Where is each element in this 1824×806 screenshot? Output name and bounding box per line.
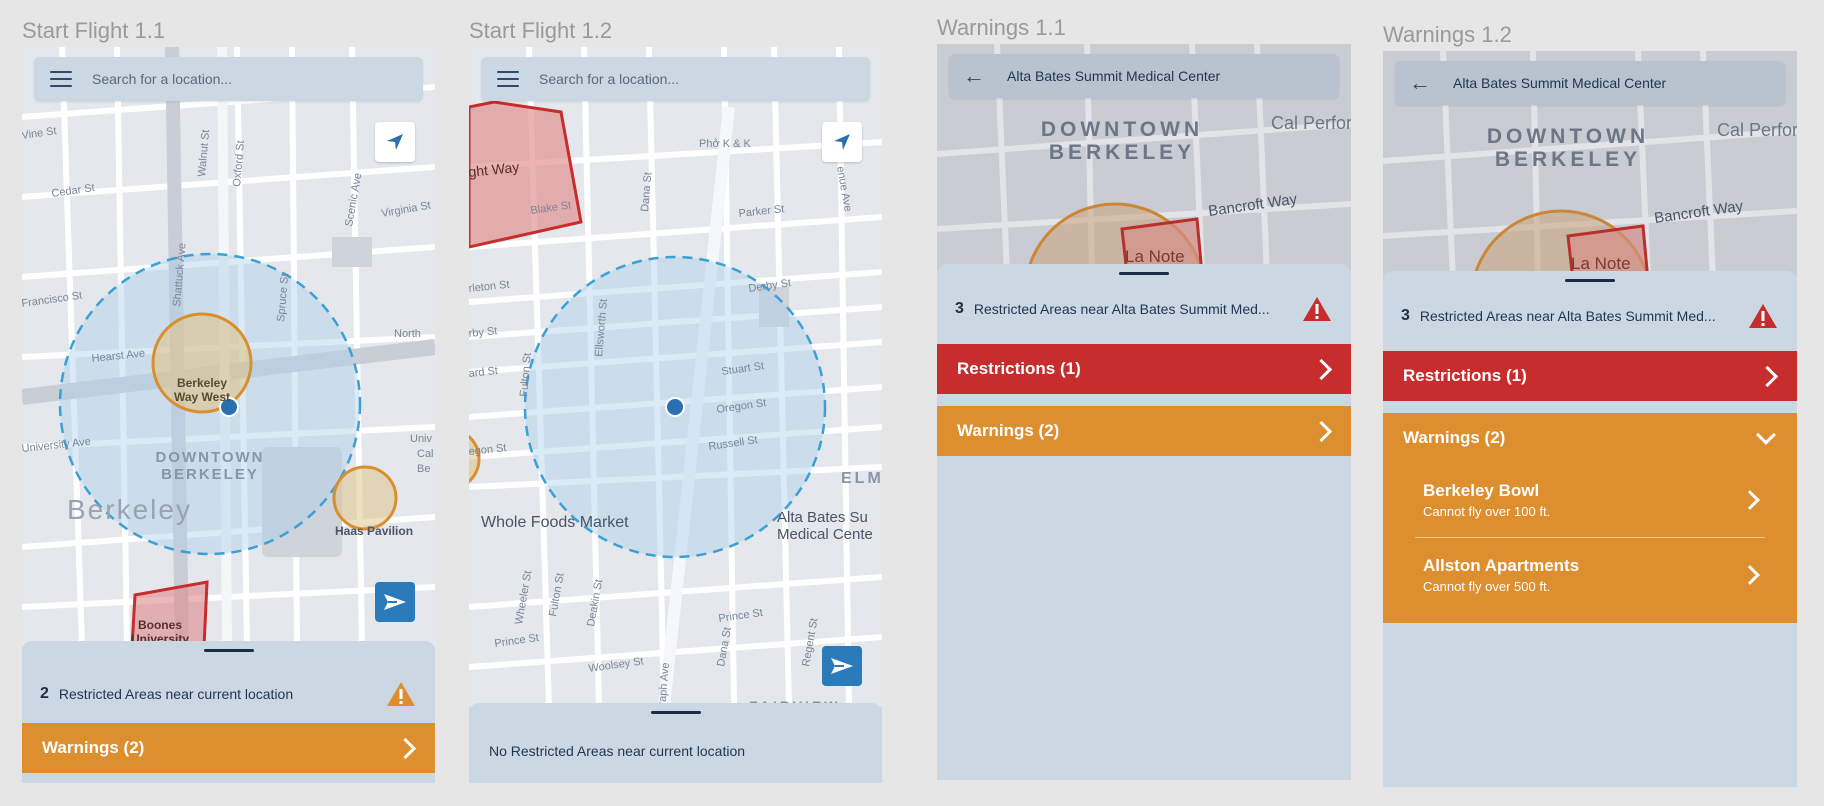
restricted-text: Restricted Areas near Alta Bates Summit … — [1419, 308, 1716, 324]
svg-text:Be: Be — [417, 463, 430, 475]
map[interactable]: Phở K & K Parker St Derby St Stuart St O… — [469, 47, 882, 707]
restrictions-label: Restrictions (1) — [957, 359, 1081, 378]
svg-text:Boones: Boones — [138, 618, 182, 632]
warnings-row[interactable]: Warnings (2) — [937, 406, 1351, 456]
map[interactable]: Cedar St Virginia St Hearst Ave Universi… — [22, 47, 435, 647]
arrow-left-icon[interactable]: ← — [1409, 72, 1431, 94]
sheet-handle[interactable] — [650, 711, 701, 714]
chevron-right-icon — [1756, 365, 1779, 387]
frame-title: Start Flight 1.1 — [22, 18, 166, 43]
restricted-count: 3 — [955, 300, 964, 317]
restrictions-row[interactable]: Restrictions (1) — [937, 344, 1351, 394]
restrictions-row[interactable]: Restrictions (1) — [1383, 351, 1797, 401]
svg-text:BERKELEY: BERKELEY — [1049, 141, 1195, 164]
svg-text:DOWNTOWN: DOWNTOWN — [1041, 118, 1203, 141]
search-input[interactable]: Search for a location... — [92, 71, 232, 87]
frame-title: Start Flight 1.2 — [469, 18, 613, 43]
restricted-summary: 3 Restricted Areas near Alta Bates Summi… — [955, 294, 1333, 324]
warning-triangle-icon — [1303, 297, 1331, 321]
restricted-text: Restricted Areas near Alta Bates Summit … — [973, 301, 1270, 317]
location-header[interactable]: ← Alta Bates Summit Medical Center — [1395, 61, 1785, 105]
hamburger-menu-icon[interactable] — [50, 71, 72, 87]
svg-text:Univ: Univ — [410, 433, 433, 445]
warnings-screen: DOWNTOWN BERKELEY Cal Perfor Bancroft Wa… — [937, 44, 1351, 780]
svg-text:Alta Bates Su: Alta Bates Su — [777, 509, 868, 526]
chevron-right-icon — [1740, 490, 1760, 510]
navigation-arrow-icon[interactable] — [822, 122, 862, 162]
sheet-handle[interactable] — [1119, 272, 1169, 275]
location-title: Alta Bates Summit Medical Center — [1007, 68, 1221, 84]
warning-item-desc: Cannot fly over 500 ft. — [1423, 579, 1551, 594]
warning-item-name: Allston Apartments — [1423, 556, 1580, 575]
hamburger-menu-icon[interactable] — [497, 71, 519, 87]
svg-text:North: North — [394, 328, 421, 340]
svg-text:DOWNTOWN: DOWNTOWN — [155, 449, 264, 466]
warnings-list: Berkeley Bowl Cannot fly over 100 ft. Al… — [1383, 463, 1797, 623]
svg-text:Berkeley: Berkeley — [177, 376, 227, 390]
sheet-handle[interactable] — [1565, 279, 1615, 282]
svg-text:Medical Cente: Medical Cente — [777, 526, 873, 543]
svg-text:Haas Pavilion: Haas Pavilion — [335, 524, 413, 538]
warning-item-allston-apartments[interactable]: Allston Apartments Cannot fly over 500 f… — [1383, 538, 1797, 612]
warnings-label: Warnings (2) — [957, 421, 1060, 440]
warnings-label: Warnings (2) — [42, 738, 145, 757]
svg-text:Phở K & K: Phở K & K — [699, 138, 752, 150]
navigation-arrow-icon[interactable] — [375, 122, 415, 162]
frame-title: Warnings 1.2 — [1383, 22, 1512, 47]
warnings-expanded-screen: DOWNTOWN BERKELEY Cal Perfor Bancroft Wa… — [1383, 51, 1797, 787]
search-bar[interactable]: Search for a location... — [481, 57, 870, 101]
restricted-summary: 3 Restricted Areas near Alta Bates Summi… — [1401, 301, 1779, 331]
svg-text:Whole Foods Market: Whole Foods Market — [481, 514, 629, 531]
bottom-sheet: 3 Restricted Areas near Alta Bates Summi… — [937, 264, 1351, 780]
location-header[interactable]: ← Alta Bates Summit Medical Center — [949, 54, 1339, 98]
chevron-right-icon — [1740, 565, 1760, 585]
svg-text:Cal Perfor: Cal Perfor — [1271, 113, 1351, 133]
arrow-left-icon[interactable]: ← — [963, 65, 985, 87]
warnings-row-expanded[interactable]: Warnings (2) — [1383, 413, 1797, 463]
start-flight-screen: Phở K & K Parker St Derby St Stuart St O… — [469, 47, 882, 783]
paper-plane-icon[interactable] — [822, 646, 862, 686]
warning-item-desc: Cannot fly over 100 ft. — [1423, 504, 1551, 519]
bottom-sheet: 2 Restricted Areas near current location… — [22, 641, 435, 783]
frame-title: Warnings 1.1 — [937, 15, 1066, 40]
sheet-handle[interactable] — [203, 649, 254, 652]
search-input[interactable]: Search for a location... — [539, 71, 679, 87]
start-flight-screen: Cedar St Virginia St Hearst Ave Universi… — [22, 47, 435, 783]
restrictions-label: Restrictions (1) — [1403, 366, 1527, 385]
no-restrictions-text: No Restricted Areas near current locatio… — [489, 743, 746, 759]
svg-text:ELM: ELM — [841, 470, 882, 487]
chevron-down-icon — [1756, 425, 1776, 445]
svg-text:DOWNTOWN: DOWNTOWN — [1487, 125, 1649, 148]
search-bar[interactable]: Search for a location... — [34, 57, 423, 101]
svg-text:Way West: Way West — [174, 390, 230, 404]
chevron-right-icon — [1310, 420, 1333, 442]
map-graphic: Phở K & K Parker St Derby St Stuart St O… — [469, 47, 882, 707]
warning-triangle-icon — [387, 682, 415, 706]
warnings-row[interactable]: Warnings (2) — [22, 723, 435, 773]
chevron-right-icon — [394, 737, 417, 759]
location-title: Alta Bates Summit Medical Center — [1453, 75, 1667, 91]
svg-text:BERKELEY: BERKELEY — [1495, 148, 1641, 171]
chevron-right-icon — [1310, 358, 1333, 380]
warning-item-name: Berkeley Bowl — [1423, 481, 1540, 500]
warning-item-berkeley-bowl[interactable]: Berkeley Bowl Cannot fly over 100 ft. — [1383, 463, 1797, 537]
svg-text:Cal: Cal — [417, 448, 434, 460]
restricted-summary: 2 Restricted Areas near current location — [40, 679, 417, 709]
bottom-sheet: 3 Restricted Areas near Alta Bates Summi… — [1383, 271, 1797, 787]
restricted-count: 3 — [1401, 307, 1410, 324]
svg-text:Cal Perfor: Cal Perfor — [1717, 120, 1797, 140]
warnings-label: Warnings (2) — [1403, 428, 1506, 447]
restricted-count: 2 — [40, 685, 49, 702]
paper-plane-icon[interactable] — [375, 582, 415, 622]
restricted-text: Restricted Areas near current location — [58, 686, 294, 702]
map-graphic: Cedar St Virginia St Hearst Ave Universi… — [22, 47, 435, 647]
svg-text:Berkeley: Berkeley — [67, 494, 192, 525]
warning-triangle-icon — [1749, 304, 1777, 328]
bottom-sheet: No Restricted Areas near current locatio… — [469, 703, 882, 783]
svg-text:BERKELEY: BERKELEY — [161, 466, 259, 483]
